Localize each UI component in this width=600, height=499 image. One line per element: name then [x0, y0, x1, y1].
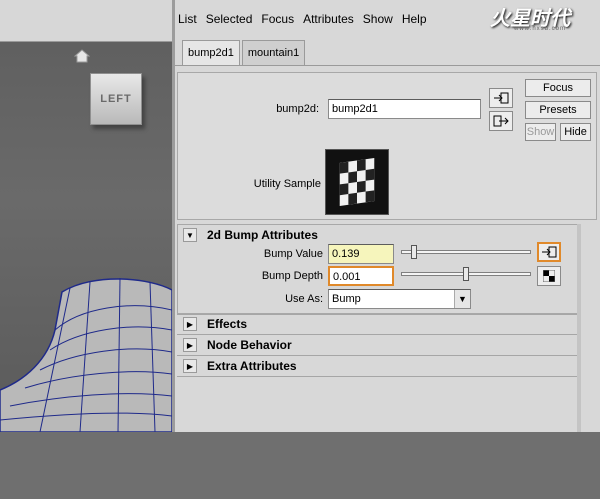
menu-focus[interactable]: Focus	[258, 8, 300, 28]
hide-button[interactable]: Hide	[560, 123, 591, 141]
input-connection-button[interactable]	[489, 88, 513, 108]
collapse-triangle-icon: ▼	[183, 228, 197, 242]
scrollbar[interactable]	[577, 224, 581, 432]
section-extra-attributes[interactable]: ▶ Extra Attributes	[183, 357, 583, 375]
section-title: Extra Attributes	[207, 359, 297, 373]
node-name-field[interactable]: bump2d1	[328, 99, 481, 119]
bump-depth-label: Bump Depth	[261, 270, 323, 282]
utility-sample-label: Utility Sample	[253, 178, 321, 190]
menu-selected[interactable]: Selected	[203, 8, 259, 28]
watermark-url: www.hxsd.com	[514, 26, 567, 32]
output-arrow-icon	[493, 115, 509, 127]
section-title: 2d Bump Attributes	[207, 228, 318, 242]
bump-depth-slider-thumb[interactable]	[463, 267, 469, 281]
checker-map-button[interactable]	[537, 266, 561, 286]
expand-triangle-icon: ▶	[183, 338, 197, 352]
input-arrow-icon	[542, 246, 557, 258]
viewcube-label: LEFT	[100, 93, 132, 105]
tab-bump2d1[interactable]: bump2d1	[182, 40, 240, 65]
attribute-editor: List Selected Focus Attributes Show Help…	[172, 0, 600, 432]
expand-triangle-icon: ▶	[183, 359, 197, 373]
expand-triangle-icon: ▶	[183, 317, 197, 331]
bump-value-slider[interactable]	[401, 250, 531, 254]
output-connection-button[interactable]	[489, 111, 513, 131]
viewport-panel[interactable]: LEFT	[0, 0, 172, 432]
bump-value-field[interactable]: 0.139	[328, 244, 394, 264]
focus-button[interactable]: Focus	[525, 79, 591, 97]
presets-button[interactable]: Presets	[525, 101, 591, 119]
use-as-value: Bump	[332, 293, 361, 305]
bump-value-slider-thumb[interactable]	[411, 245, 417, 259]
section-title: Node Behavior	[207, 338, 292, 352]
section-divider	[177, 355, 579, 356]
section-divider	[177, 376, 579, 377]
map-texture-button[interactable]	[537, 242, 561, 262]
input-arrow-icon	[494, 92, 509, 104]
node-name-label: bump2d:	[276, 103, 319, 115]
section-divider	[177, 334, 579, 335]
section-effects[interactable]: ▶ Effects	[183, 315, 583, 333]
section-node-behavior[interactable]: ▶ Node Behavior	[183, 336, 583, 354]
section-title: Effects	[207, 317, 248, 331]
utility-sample-swatch	[325, 149, 389, 215]
use-as-label: Use As:	[285, 293, 323, 305]
section-2d-bump-attributes[interactable]: ▼ 2d Bump Attributes	[183, 226, 583, 244]
node-tabs: bump2d1 mountain1	[182, 40, 307, 65]
tab-mountain1[interactable]: mountain1	[241, 40, 306, 65]
menu-show[interactable]: Show	[360, 8, 399, 28]
checker-icon	[543, 270, 555, 282]
tab-divider	[175, 65, 600, 66]
menu-help[interactable]: Help	[399, 8, 433, 28]
show-button[interactable]: Show	[525, 123, 556, 141]
home-icon[interactable]	[73, 49, 91, 63]
use-as-dropdown[interactable]: Bump ▼	[328, 289, 471, 309]
viewport-toolbar	[0, 0, 172, 42]
mesh-object[interactable]	[0, 270, 172, 432]
menu-attributes[interactable]: Attributes	[300, 8, 360, 28]
bump-value-label: Bump Value	[263, 248, 323, 260]
menu-list[interactable]: List	[175, 8, 203, 28]
viewcube[interactable]: LEFT	[90, 73, 142, 125]
chevron-down-icon: ▼	[454, 290, 470, 308]
bump-depth-field[interactable]: 0.001	[328, 266, 394, 286]
background-band	[0, 432, 600, 499]
